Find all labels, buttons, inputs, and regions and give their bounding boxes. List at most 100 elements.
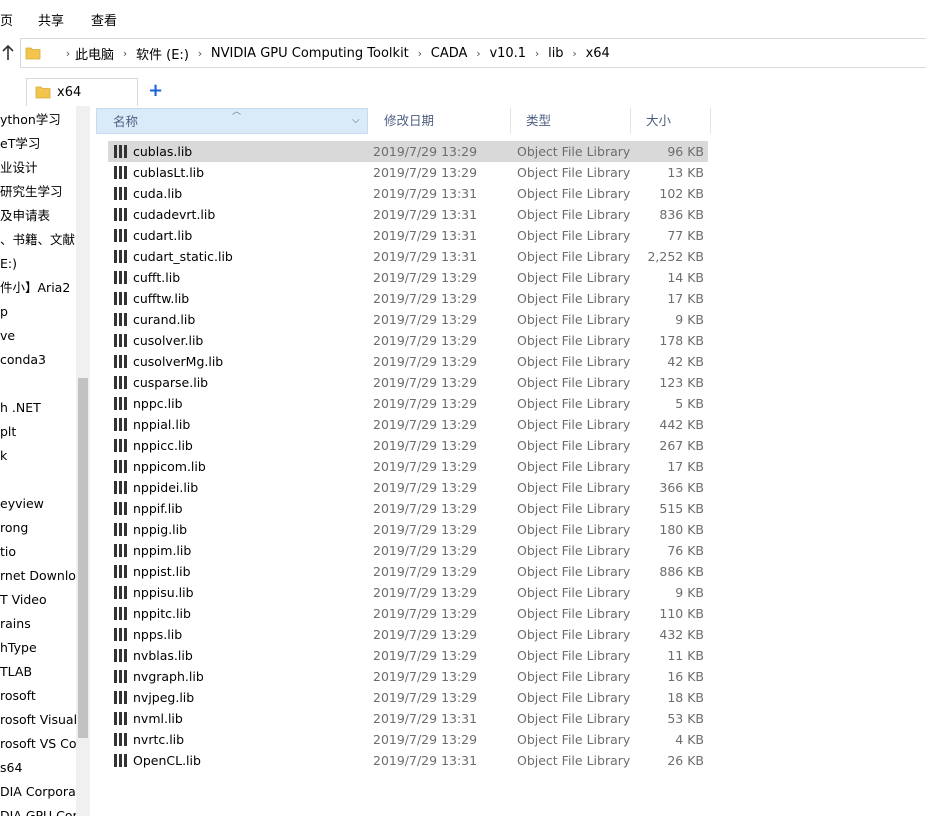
nav-scrollbar-thumb[interactable] bbox=[78, 378, 88, 738]
nav-scrollbar[interactable] bbox=[76, 106, 90, 816]
nav-item[interactable]: rnet Downloa bbox=[0, 564, 76, 588]
nav-item[interactable]: rosoft Visual bbox=[0, 708, 76, 732]
chevron-right-icon[interactable]: › bbox=[409, 47, 431, 60]
file-row[interactable]: nppim.lib 2019/7/29 13:29 Object File Libr… bbox=[108, 540, 708, 561]
file-row[interactable]: nvgraph.lib 2019/7/29 13:29 Object File Li… bbox=[108, 666, 708, 687]
library-file-icon bbox=[114, 691, 129, 704]
chevron-right-icon[interactable]: › bbox=[467, 47, 489, 60]
file-type: Object File Library bbox=[517, 648, 631, 663]
file-row[interactable]: nppicom.lib 2019/7/29 13:29 Object File Li… bbox=[108, 456, 708, 477]
nav-item[interactable]: hType bbox=[0, 636, 76, 660]
nav-item[interactable]: eyview bbox=[0, 492, 76, 516]
file-type: Object File Library bbox=[517, 438, 631, 453]
nav-item[interactable]: 件小】Aria2 bbox=[0, 276, 76, 300]
tab-x64[interactable]: x64 bbox=[26, 78, 138, 106]
nav-item[interactable]: T Video bbox=[0, 588, 76, 612]
file-name: cusparse.lib bbox=[133, 375, 209, 390]
file-row[interactable]: npps.lib 2019/7/29 13:29 Object File Libra… bbox=[108, 624, 708, 645]
breadcrumb-item[interactable]: NVIDIA GPU Computing Toolkit bbox=[211, 46, 409, 61]
breadcrumb-item[interactable]: v10.1 bbox=[489, 46, 526, 61]
chevron-right-icon[interactable]: › bbox=[61, 47, 75, 60]
library-file-icon bbox=[114, 208, 129, 221]
nav-item[interactable] bbox=[0, 372, 76, 396]
file-name: cublasLt.lib bbox=[133, 165, 205, 180]
nav-item[interactable]: k bbox=[0, 444, 76, 468]
nav-item[interactable]: conda3 bbox=[0, 348, 76, 372]
file-type: Object File Library bbox=[517, 564, 631, 579]
file-row[interactable]: cufftw.lib 2019/7/29 13:29 Object File Lib… bbox=[108, 288, 708, 309]
chevron-right-icon[interactable]: › bbox=[526, 47, 548, 60]
breadcrumb-item[interactable]: CADA bbox=[431, 46, 468, 61]
nav-item[interactable]: ve bbox=[0, 324, 76, 348]
nav-item[interactable]: eT学习 bbox=[0, 132, 76, 156]
address-bar[interactable]: › 此电脑 › 软件 (E:) › NVIDIA GPU Computing Toolki… bbox=[20, 38, 926, 68]
file-row[interactable]: cufft.lib 2019/7/29 13:29 Object File Libr… bbox=[108, 267, 708, 288]
column-header-date[interactable]: 修改日期 bbox=[368, 108, 510, 134]
file-row[interactable]: nppicc.lib 2019/7/29 13:29 Object File Lib… bbox=[108, 435, 708, 456]
chevron-down-icon[interactable]: ⌵ bbox=[352, 108, 360, 134]
nav-item[interactable]: ython学习 bbox=[0, 108, 76, 132]
nav-item[interactable]: E:) bbox=[0, 252, 76, 276]
nav-item[interactable]: 及申请表 bbox=[0, 204, 76, 228]
breadcrumb-item[interactable]: 软件 (E:) bbox=[136, 44, 189, 63]
breadcrumb-item[interactable]: 此电脑 bbox=[75, 44, 114, 63]
nav-item[interactable]: rong bbox=[0, 516, 76, 540]
file-date: 2019/7/29 13:31 bbox=[373, 753, 478, 768]
chevron-right-icon[interactable]: › bbox=[564, 47, 586, 60]
breadcrumb-item[interactable]: x64 bbox=[586, 46, 610, 61]
breadcrumb-item[interactable]: lib bbox=[548, 46, 563, 61]
nav-item[interactable]: rosoft bbox=[0, 684, 76, 708]
file-row[interactable]: nppitc.lib 2019/7/29 13:29 Object File Lib… bbox=[108, 603, 708, 624]
file-row[interactable]: cusparse.lib 2019/7/29 13:29 Object File L… bbox=[108, 372, 708, 393]
nav-item[interactable]: 研究生学习 bbox=[0, 180, 76, 204]
file-row[interactable]: nvrtc.lib 2019/7/29 13:29 Object File Libr… bbox=[108, 729, 708, 750]
file-row[interactable]: cublas.lib 2019/7/29 13:29 Object File Lib… bbox=[108, 141, 708, 162]
file-row[interactable]: cudart_static.lib 2019/7/29 13:31 Object F… bbox=[108, 246, 708, 267]
file-date: 2019/7/29 13:29 bbox=[373, 690, 478, 705]
file-row[interactable]: nppial.lib 2019/7/29 13:29 Object File Lib… bbox=[108, 414, 708, 435]
file-row[interactable]: nvblas.lib 2019/7/29 13:29 Object File Lib… bbox=[108, 645, 708, 666]
nav-item[interactable]: h .NET bbox=[0, 396, 76, 420]
file-row[interactable]: nvjpeg.lib 2019/7/29 13:29 Object File Lib… bbox=[108, 687, 708, 708]
chevron-right-icon[interactable]: › bbox=[114, 47, 136, 60]
file-row[interactable]: nppig.lib 2019/7/29 13:29 Object File Libr… bbox=[108, 519, 708, 540]
file-row[interactable]: cudart.lib 2019/7/29 13:31 Object File Lib… bbox=[108, 225, 708, 246]
file-row[interactable]: cusolverMg.lib 2019/7/29 13:29 Object File… bbox=[108, 351, 708, 372]
file-row[interactable]: nppisu.lib 2019/7/29 13:29 Object File Lib… bbox=[108, 582, 708, 603]
ribbon-tab-view[interactable]: 查看 bbox=[91, 10, 117, 29]
file-row[interactable]: cuda.lib 2019/7/29 13:31 Object File Libra… bbox=[108, 183, 708, 204]
column-header-type[interactable]: 类型 bbox=[510, 108, 630, 134]
file-row[interactable]: nppist.lib 2019/7/29 13:29 Object File Lib… bbox=[108, 561, 708, 582]
file-row[interactable]: cublasLt.lib 2019/7/29 13:29 Object File L… bbox=[108, 162, 708, 183]
nav-item[interactable]: rosoft VS Coc bbox=[0, 732, 76, 756]
nav-item[interactable] bbox=[0, 468, 76, 492]
chevron-right-icon[interactable]: › bbox=[189, 47, 211, 60]
file-row[interactable]: nppidei.lib 2019/7/29 13:29 Object File Li… bbox=[108, 477, 708, 498]
file-row[interactable]: cusolver.lib 2019/7/29 13:29 Object File L… bbox=[108, 330, 708, 351]
nav-item[interactable]: TLAB bbox=[0, 660, 76, 684]
file-row[interactable]: nppc.lib 2019/7/29 13:29 Object File Libra… bbox=[108, 393, 708, 414]
nav-item[interactable]: s64 bbox=[0, 756, 76, 780]
file-date: 2019/7/29 13:31 bbox=[373, 711, 478, 726]
up-arrow-icon[interactable] bbox=[0, 42, 16, 64]
nav-item[interactable]: plt bbox=[0, 420, 76, 444]
nav-item[interactable]: 、书籍、文献 bbox=[0, 228, 76, 252]
column-header-size[interactable]: 大小 bbox=[630, 108, 710, 134]
ribbon-tab-home[interactable]: 页 bbox=[0, 10, 13, 29]
ribbon-tab-share[interactable]: 共享 bbox=[38, 10, 64, 29]
nav-item[interactable]: rains bbox=[0, 612, 76, 636]
file-row[interactable]: curand.lib 2019/7/29 13:29 Object File Lib… bbox=[108, 309, 708, 330]
nav-item[interactable]: 业设计 bbox=[0, 156, 76, 180]
column-divider[interactable] bbox=[710, 108, 711, 134]
file-row[interactable]: OpenCL.lib 2019/7/29 13:31 Object File Lib… bbox=[108, 750, 708, 771]
file-size: 11 KB bbox=[667, 648, 704, 663]
file-row[interactable]: cudadevrt.lib 2019/7/29 13:31 Object File … bbox=[108, 204, 708, 225]
add-tab-button[interactable]: + bbox=[148, 82, 163, 100]
nav-item[interactable]: DIA GPU Com bbox=[0, 804, 76, 816]
nav-item[interactable]: tio bbox=[0, 540, 76, 564]
file-row[interactable]: nppif.lib 2019/7/29 13:29 Object File Libr… bbox=[108, 498, 708, 519]
nav-item[interactable]: DIA Corporat bbox=[0, 780, 76, 804]
file-row[interactable]: nvml.lib 2019/7/29 13:31 Object File Libra… bbox=[108, 708, 708, 729]
file-size: 18 KB bbox=[667, 690, 704, 705]
nav-item[interactable]: p bbox=[0, 300, 76, 324]
